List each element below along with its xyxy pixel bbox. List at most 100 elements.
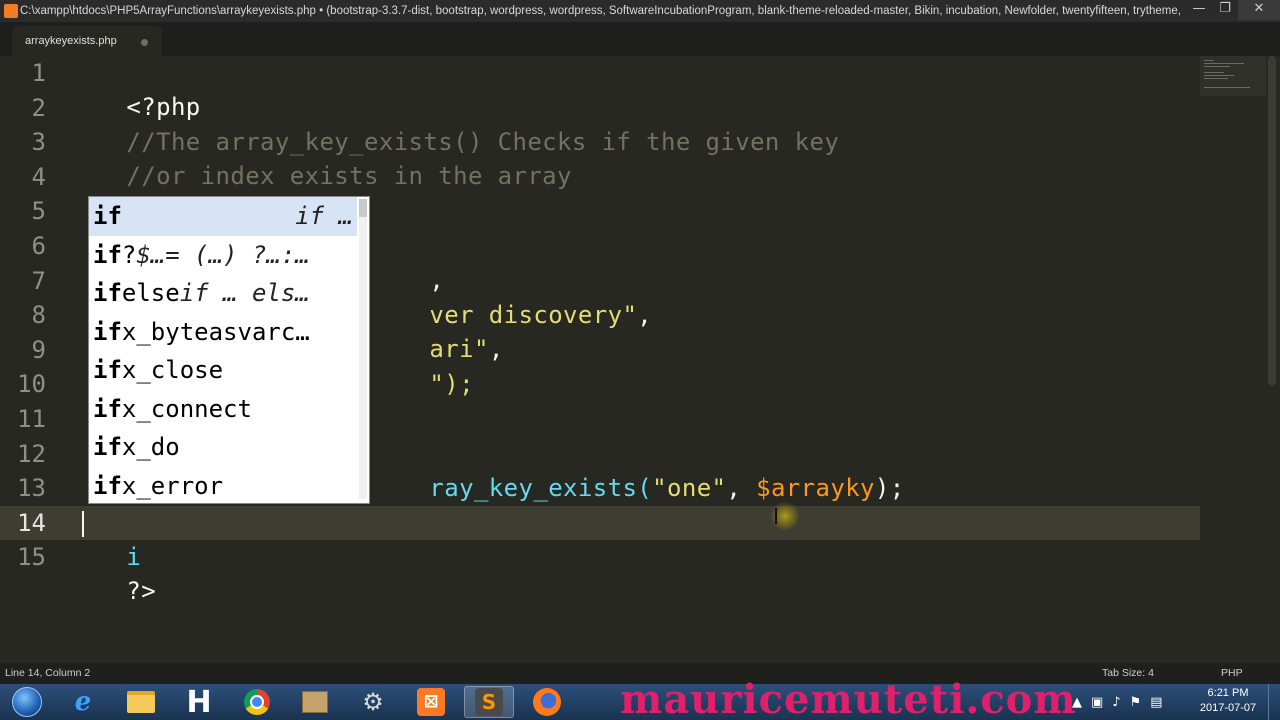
line-number: 15 — [17, 543, 46, 572]
punctuation: ); — [874, 473, 905, 502]
code-line-6: , — [370, 229, 444, 294]
volume-icon[interactable]: ♪ — [1112, 695, 1120, 710]
item-rest: x_do — [121, 433, 180, 461]
autocomplete-item[interactable]: ifx_do — [89, 428, 357, 467]
watermark: mauricemuteti.com — [620, 676, 1077, 720]
vertical-scrollbar[interactable] — [1268, 56, 1276, 386]
autocomplete-item[interactable]: ifelseif … els… — [89, 274, 357, 313]
code-line-1: <?php — [67, 56, 201, 121]
line-number: 7 — [31, 266, 46, 295]
tab-label: arraykeyexists.php — [25, 35, 117, 47]
tab-size-selector[interactable]: Tab Size: 4 — [1102, 663, 1154, 684]
code-line-2: //The array_key_exists() Checks if the g… — [67, 91, 839, 156]
show-desktop-button[interactable] — [1268, 684, 1280, 720]
line-number-active: 14 — [17, 508, 46, 537]
match-text: if — [93, 356, 122, 384]
item-rest: x_close — [121, 356, 224, 384]
autocomplete-item[interactable]: ifx_error — [89, 467, 357, 506]
minimap-line — [1204, 78, 1228, 79]
taskbar-package-app[interactable] — [290, 686, 340, 718]
tab-arraykeyexists[interactable]: arraykeyexists.php — [12, 26, 162, 56]
start-button[interactable] — [2, 686, 52, 718]
minimap[interactable] — [1200, 56, 1266, 96]
autocomplete-popup[interactable]: if if … if?$…= (…) ?…:… ifelseif … els… … — [88, 196, 370, 504]
minimap-line — [1204, 63, 1244, 64]
item-rest: x_byteasvarc… — [121, 317, 310, 346]
current-line-highlight — [0, 506, 1200, 540]
taskbar-clock[interactable]: 6:21 PM 2017-07-07 — [1196, 686, 1260, 716]
taskbar-internet-explorer[interactable]: e — [58, 686, 108, 718]
tray-arrow-icon[interactable]: ▲ — [1072, 695, 1082, 710]
minimap-line — [1204, 66, 1230, 67]
item-rest: x_connect — [121, 394, 252, 423]
window-title: C:\xampp\htdocs\PHP5ArrayFunctions\array… — [20, 5, 1180, 17]
text-caret — [82, 511, 84, 537]
modified-dot-icon[interactable] — [141, 39, 148, 46]
minimap-line — [1204, 72, 1224, 73]
code-line-9: "); — [370, 333, 474, 398]
windows-orb-icon — [12, 687, 42, 717]
taskbar-xampp[interactable]: ⊠ — [406, 686, 456, 718]
line-number: 5 — [31, 197, 46, 226]
firefox-icon — [533, 688, 561, 716]
item-hint: if … els… — [179, 279, 310, 307]
minimap-line — [1204, 87, 1250, 88]
taskbar-sublime-text[interactable]: S — [464, 686, 514, 718]
item-rest: ? — [121, 240, 137, 269]
code-line-7: ver discovery", — [370, 264, 652, 329]
maximize-button[interactable]: ❐ — [1212, 0, 1238, 20]
line-number: 9 — [31, 335, 46, 364]
scrollbar-thumb[interactable] — [359, 199, 367, 217]
variable: $arrayky — [756, 473, 875, 502]
match-text: if — [93, 433, 122, 461]
autocomplete-item[interactable]: if if … — [89, 197, 357, 236]
code-line-15: ?> — [67, 540, 156, 605]
function-call: ray_key_exists( — [429, 473, 653, 502]
close-button[interactable]: ✕ — [1238, 0, 1280, 20]
code-line-3: //or index exists in the array — [67, 125, 572, 190]
chrome-icon — [244, 689, 270, 715]
taskbar-h-app[interactable]: H — [174, 685, 224, 720]
line-number: 3 — [31, 128, 46, 157]
xampp-icon: ⊠ — [417, 688, 445, 716]
match-text: if — [93, 202, 122, 230]
string-literal: "); — [429, 369, 474, 398]
line-number: 13 — [17, 474, 46, 503]
code-line-8: ari", — [370, 298, 504, 363]
string-literal: "one" — [652, 473, 727, 502]
autocomplete-item[interactable]: ifx_close — [89, 351, 357, 390]
line-number: 11 — [17, 405, 46, 433]
comment-text: //or index exists in the array — [126, 162, 572, 191]
autocomplete-item[interactable]: ifx_connect — [89, 390, 357, 429]
sublime-app-icon — [4, 4, 18, 18]
cursor-position: Line 14, Column 2 — [5, 667, 91, 679]
punctuation: , — [488, 335, 504, 364]
line-number: 10 — [17, 370, 46, 399]
tray-app-icon[interactable]: ▣ — [1091, 695, 1103, 710]
item-rest: x_error — [121, 471, 224, 500]
folder-icon — [127, 691, 155, 713]
line-number: 8 — [31, 301, 46, 330]
syntax-selector[interactable]: PHP — [1221, 663, 1243, 684]
line-number: 2 — [31, 93, 46, 122]
minimize-button[interactable]: — — [1186, 0, 1212, 20]
tools-icon: ⚙ — [362, 688, 384, 716]
taskbar-chrome[interactable] — [232, 686, 282, 718]
line-number: 12 — [17, 439, 46, 468]
clock-date: 2017-07-07 — [1199, 702, 1257, 714]
action-center-icon[interactable]: ▤ — [1150, 695, 1162, 710]
punctuation: , — [637, 300, 653, 329]
taskbar-file-explorer[interactable] — [116, 686, 166, 718]
clock-time: 6:21 PM — [1207, 687, 1249, 699]
network-icon[interactable]: ⚑ — [1130, 695, 1142, 710]
autocomplete-item[interactable]: ifx_byteasvarc… — [89, 313, 357, 352]
code-line-14: i — [67, 506, 141, 571]
punctuation: , — [726, 473, 757, 502]
taskbar-tools-app[interactable]: ⚙ — [348, 686, 398, 718]
line-number-gutter: 1 2 3 4 5 6 7 8 9 10 11 12 13 14 15 — [0, 56, 58, 663]
autocomplete-item[interactable]: if?$…= (…) ?…:… — [89, 236, 357, 275]
autocomplete-scrollbar[interactable] — [359, 199, 367, 499]
item-rest: else — [121, 279, 180, 307]
taskbar-firefox[interactable] — [522, 686, 572, 718]
tab-bar: arraykeyexists.php — [0, 22, 1280, 56]
